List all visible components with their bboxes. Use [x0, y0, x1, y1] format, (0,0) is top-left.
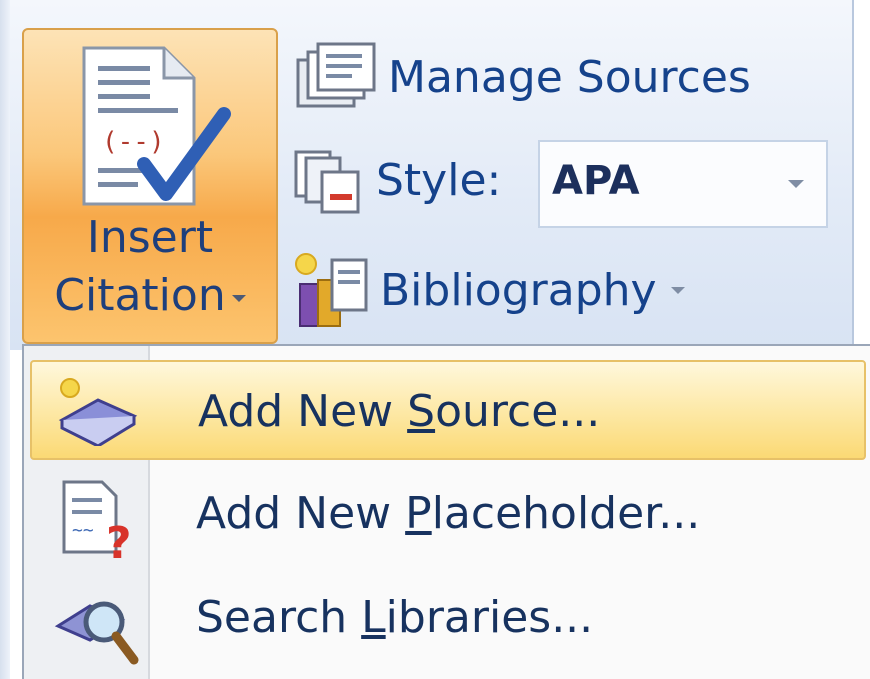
svg-text:?: ?: [106, 518, 132, 558]
insert-citation-label-line2: Citation: [24, 270, 276, 322]
svg-text:~~: ~~: [72, 520, 94, 541]
style-icon: [294, 150, 360, 214]
placeholder-document-question-icon: ~~ ?: [62, 480, 132, 558]
manage-sources-label: Manage Sources: [388, 51, 751, 103]
style-dropdown-value: APA: [552, 158, 640, 204]
bibliography-dropdown-arrow-icon: [670, 286, 685, 294]
menu-item-search-libraries[interactable]: Search Libraries...: [30, 568, 866, 668]
search-libraries-magnifier-icon: [54, 601, 139, 665]
style-label: Style:: [376, 154, 502, 206]
menu-item-add-new-source[interactable]: Add New Source...: [30, 360, 866, 460]
menu-item-search-libraries-label: Search Libraries...: [196, 592, 594, 643]
svg-text:(--): (--): [102, 127, 165, 157]
bibliography-button[interactable]: Bibliography: [292, 250, 685, 330]
menu-item-add-new-placeholder[interactable]: ~~ ? Add New Placeholder...: [30, 464, 866, 564]
insert-citation-document-check-icon: (--): [82, 46, 231, 206]
insert-citation-menu: Add New Source... ~~ ? Add New Placehold…: [22, 344, 870, 679]
insert-citation-label-line1: Insert: [86, 212, 214, 263]
manage-sources-button[interactable]: Manage Sources: [292, 42, 751, 112]
style-dropdown-arrow-icon[interactable]: [788, 180, 804, 188]
bibliography-label: Bibliography: [380, 264, 657, 316]
insert-citation-button[interactable]: (--) Insert Citation: [22, 28, 278, 344]
manage-sources-icon: [296, 42, 376, 108]
style-dropdown[interactable]: APA: [538, 140, 828, 228]
menu-item-add-new-placeholder-label: Add New Placeholder...: [196, 488, 701, 539]
insert-citation-dropdown-arrow-icon: [231, 294, 246, 302]
left-window-edge: [0, 0, 10, 679]
menu-item-add-new-source-label: Add New Source...: [198, 386, 601, 437]
new-source-book-icon: [58, 378, 138, 446]
style-label-row: Style:: [292, 140, 501, 220]
bibliography-icon: [295, 253, 368, 327]
